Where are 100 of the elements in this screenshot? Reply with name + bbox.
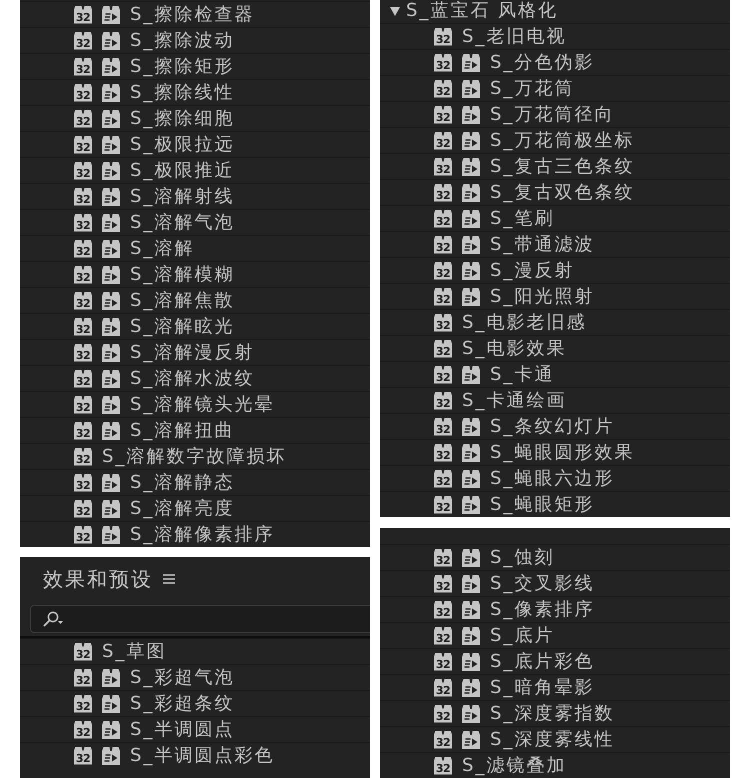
effect-label[interactable]: S_像素排序 <box>490 598 594 620</box>
effect-label[interactable]: S_擦除波动 <box>130 30 234 52</box>
bit-depth-badge: 32 <box>434 704 452 722</box>
bit-depth-badge: 32 <box>74 110 92 128</box>
disclosure-triangle-icon[interactable] <box>390 6 400 16</box>
bit-depth-badge: 32 <box>434 340 452 358</box>
effect-label[interactable]: S_深度雾线性 <box>490 728 614 750</box>
bit-depth-badge: 32 <box>434 470 452 488</box>
bit-depth-badge: 32 <box>434 132 452 150</box>
bit-depth-badge: 32 <box>74 292 92 310</box>
bit-depth-badge: 32 <box>434 444 452 462</box>
bit-depth-badge: 32 <box>434 600 452 618</box>
bit-depth-badge: 32 <box>434 210 452 228</box>
effect-label[interactable]: S_蝇眼圆形效果 <box>490 442 634 464</box>
effect-label[interactable]: S_电影效果 <box>462 338 566 360</box>
bit-depth-badge: 32 <box>434 106 452 124</box>
bit-depth-badge: 32 <box>74 344 92 362</box>
effect-label[interactable]: S_条纹幻灯片 <box>490 416 614 438</box>
bit-depth-badge: 32 <box>434 392 452 410</box>
bit-depth-badge: 32 <box>434 262 452 280</box>
effect-label[interactable]: S_交叉影线 <box>490 572 594 594</box>
effect-label[interactable]: S_底片彩色 <box>490 650 594 672</box>
bit-depth-badge: 32 <box>74 6 92 24</box>
bit-depth-badge: 32 <box>74 318 92 336</box>
effect-label[interactable]: S_半调圆点 <box>130 718 234 740</box>
effect-label[interactable]: S_擦除检查器 <box>130 4 254 26</box>
effect-label[interactable]: S_溶解眩光 <box>130 316 234 338</box>
bit-depth-badge: 32 <box>434 626 452 644</box>
bit-depth-badge: 32 <box>74 136 92 154</box>
effect-label[interactable]: S_卡通绘画 <box>462 390 566 412</box>
effect-label[interactable]: S_漫反射 <box>490 260 574 282</box>
effect-label[interactable]: S_电影老旧感 <box>462 312 586 334</box>
panel-title: 效果和预设 <box>43 566 153 592</box>
effect-label[interactable]: S_彩超气泡 <box>130 666 234 688</box>
bit-depth-badge: 32 <box>74 500 92 518</box>
bit-depth-badge: 32 <box>74 746 92 764</box>
effect-label[interactable]: S_带通滤波 <box>490 234 594 256</box>
bit-depth-badge: 32 <box>434 496 452 514</box>
effect-label[interactable]: S_擦除线性 <box>130 82 234 104</box>
effect-label[interactable]: S_极限拉远 <box>130 134 234 156</box>
bit-depth-badge: 32 <box>434 28 452 46</box>
effect-label[interactable]: S_蚀刻 <box>490 546 554 568</box>
effect-label[interactable]: S_极限推近 <box>130 160 234 182</box>
bit-depth-badge: 32 <box>434 756 452 774</box>
effect-label[interactable]: S_万花筒径向 <box>490 104 614 126</box>
effect-label[interactable]: S_底片 <box>490 624 554 646</box>
bit-depth-badge: 32 <box>74 58 92 76</box>
effect-label[interactable]: S_阳光照射 <box>490 286 594 308</box>
bit-depth-badge: 32 <box>434 574 452 592</box>
effect-label[interactable]: S_卡通 <box>490 364 554 386</box>
bit-depth-badge: 32 <box>74 694 92 712</box>
effect-label[interactable]: S_溶解 <box>130 238 194 260</box>
effect-label[interactable]: S_彩超条纹 <box>130 692 234 714</box>
effect-label[interactable]: S_溶解像素排序 <box>130 524 274 546</box>
effect-label[interactable]: S_溶解扭曲 <box>130 420 234 442</box>
effect-label[interactable]: S_溶解静态 <box>130 472 234 494</box>
bit-depth-badge: 32 <box>74 214 92 232</box>
bit-depth-badge: 32 <box>74 526 92 544</box>
bit-depth-badge: 32 <box>74 370 92 388</box>
bit-depth-badge: 32 <box>434 366 452 384</box>
search-icon[interactable] <box>43 611 63 627</box>
effect-label[interactable]: S_分色伪影 <box>490 52 594 74</box>
effect-label[interactable]: S_溶解镜头光晕 <box>130 394 274 416</box>
effect-label[interactable]: S_蝇眼矩形 <box>490 494 594 516</box>
effect-label[interactable]: S_蝇眼六边形 <box>490 468 614 490</box>
menu-icon[interactable] <box>163 574 175 584</box>
effect-label[interactable]: S_万花筒 <box>490 78 574 100</box>
search-field[interactable] <box>30 605 370 633</box>
effect-label[interactable]: S_草图 <box>102 640 166 662</box>
effect-label[interactable]: S_复古双色条纹 <box>490 182 634 204</box>
bit-depth-badge: 32 <box>434 418 452 436</box>
bit-depth-badge: 32 <box>434 158 452 176</box>
effect-label[interactable]: S_溶解气泡 <box>130 212 234 234</box>
bit-depth-badge: 32 <box>434 236 452 254</box>
effect-label[interactable]: S_暗角晕影 <box>490 676 594 698</box>
effect-label[interactable]: S_滤镜叠加 <box>462 754 566 776</box>
effect-label[interactable]: S_溶解模糊 <box>130 264 234 286</box>
effect-label[interactable]: S_溶解射线 <box>130 186 234 208</box>
bit-depth-badge: 32 <box>434 678 452 696</box>
effect-label[interactable]: S_半调圆点彩色 <box>130 744 274 766</box>
bit-depth-badge: 32 <box>434 184 452 202</box>
bit-depth-badge: 32 <box>434 548 452 566</box>
effect-label[interactable]: S_笔刷 <box>490 208 554 230</box>
bit-depth-badge: 32 <box>74 474 92 492</box>
bit-depth-badge: 32 <box>74 162 92 180</box>
bit-depth-badge: 32 <box>74 396 92 414</box>
effect-label[interactable]: S_复古三色条纹 <box>490 156 634 178</box>
bit-depth-badge: 32 <box>434 730 452 748</box>
effect-label[interactable]: S_溶解数字故障损坏 <box>102 446 286 468</box>
effect-label[interactable]: S_老旧电视 <box>462 26 566 48</box>
effect-label[interactable]: S_万花筒极坐标 <box>490 130 634 152</box>
effect-label[interactable]: S_溶解水波纹 <box>130 368 254 390</box>
effect-label[interactable]: S_擦除矩形 <box>130 56 234 78</box>
effect-label[interactable]: S_擦除细胞 <box>130 108 234 130</box>
bit-depth-badge: 32 <box>74 720 92 738</box>
effect-label[interactable]: S_溶解漫反射 <box>130 342 254 364</box>
effect-label[interactable]: S_溶解亮度 <box>130 498 234 520</box>
folder-label[interactable]: S_蓝宝石 风格化 <box>406 0 558 22</box>
effect-label[interactable]: S_溶解焦散 <box>130 290 234 312</box>
effect-label[interactable]: S_深度雾指数 <box>490 702 614 724</box>
